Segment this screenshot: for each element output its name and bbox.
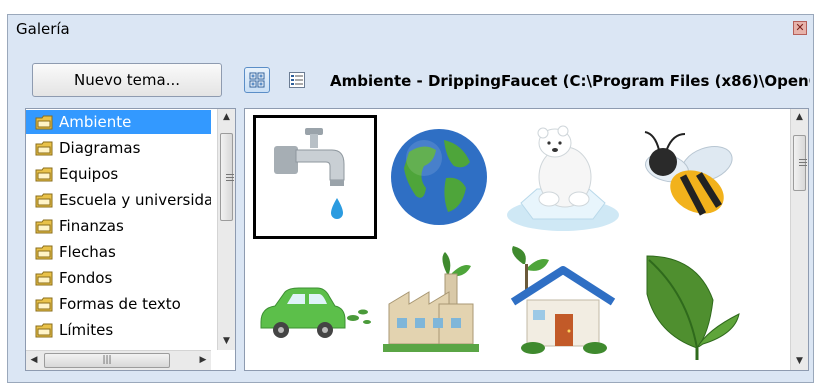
bee-icon [644, 131, 733, 216]
close-icon: ✕ [795, 21, 805, 34]
gallery-window: Galería ✕ Nuevo tema... Ambiente - Dripp… [7, 14, 814, 383]
theme-item-fondos[interactable]: Fondos [26, 266, 211, 290]
folder-icon [35, 245, 53, 259]
detail-view-icon [289, 72, 305, 88]
folder-icon [35, 141, 53, 155]
theme-item-label: Equipos [59, 165, 119, 183]
horizontal-scrollbar-thumb[interactable]: ||| [44, 353, 170, 368]
theme-item-label: Límites [59, 321, 114, 339]
gallery-vertical-scrollbar[interactable]: ▲ ▼ [790, 109, 808, 370]
gallery-icon-grid[interactable]: ▲ ▼ [244, 108, 809, 371]
title-bar: Galería ✕ [8, 15, 813, 43]
gallery-scroll-up-arrow-icon[interactable]: ▲ [791, 109, 808, 126]
gallery-item-leaf[interactable] [625, 241, 749, 365]
green-house-icon [510, 246, 616, 354]
folder-icon [35, 323, 53, 337]
gallery-item-factory[interactable] [377, 241, 501, 365]
theme-item-finanzas[interactable]: Finanzas [26, 214, 211, 238]
gallery-item-bee[interactable] [625, 115, 749, 239]
theme-item-ambiente[interactable]: Ambiente [26, 110, 211, 134]
scroll-right-arrow-icon[interactable]: ▶ [195, 352, 211, 369]
theme-item-diagramas[interactable]: Diagramas [26, 136, 211, 160]
polar-bear-icon [507, 125, 619, 231]
theme-item-formas-de-texto[interactable]: Formas de texto [26, 292, 211, 316]
theme-item-flechas[interactable]: Flechas [26, 240, 211, 264]
folder-icon [35, 167, 53, 181]
gallery-item-car[interactable] [253, 241, 377, 365]
folder-icon [35, 193, 53, 207]
new-theme-button[interactable]: Nuevo tema... [32, 63, 222, 97]
earth-globe-icon [391, 129, 487, 225]
selected-item-path: Ambiente - DrippingFaucet (C:\Program Fi… [330, 72, 810, 90]
gallery-item-faucet[interactable] [253, 115, 377, 239]
theme-list-vertical-scrollbar[interactable]: ▲ ▼ [217, 109, 235, 350]
theme-item-label: Formas de texto [59, 295, 181, 313]
gallery-scrollbar-thumb[interactable] [793, 135, 807, 191]
gallery-scroll-down-arrow-icon[interactable]: ▼ [791, 353, 808, 370]
theme-list-horizontal-scrollbar[interactable]: ◀ ||| ▶ [26, 350, 211, 370]
scrollbar-thumb[interactable] [220, 133, 234, 221]
eco-car-icon [260, 287, 371, 338]
dripping-faucet-icon [274, 128, 345, 219]
green-factory-icon [383, 252, 479, 352]
folder-icon [35, 219, 53, 233]
scroll-left-arrow-icon[interactable]: ◀ [26, 352, 42, 369]
theme-item-label: Fondos [59, 269, 113, 287]
window-title: Galería [16, 20, 70, 38]
gallery-item-globe[interactable] [377, 115, 501, 239]
icon-view-icon [249, 72, 265, 88]
theme-item-equipos[interactable]: Equipos [26, 162, 211, 186]
detail-view-button[interactable] [284, 67, 310, 93]
theme-item-label: Diagramas [59, 139, 141, 157]
close-button[interactable]: ✕ [793, 21, 807, 35]
theme-list-items: Ambiente Diagramas Equipos Escuela y uni… [26, 109, 211, 345]
theme-list[interactable]: Ambiente Diagramas Equipos Escuela y uni… [25, 108, 236, 371]
leaf-icon [646, 255, 740, 360]
gallery-item-polar-bear[interactable] [501, 115, 625, 239]
theme-item-label: Ambiente [59, 113, 132, 131]
icon-view-button[interactable] [244, 67, 270, 93]
theme-item-label: Flechas [59, 243, 116, 261]
folder-icon [35, 271, 53, 285]
theme-item-escuela[interactable]: Escuela y universidad [26, 188, 211, 212]
theme-item-label: Escuela y universidad [59, 191, 211, 209]
theme-item-label: Finanzas [59, 217, 124, 235]
scroll-down-arrow-icon[interactable]: ▼ [218, 333, 235, 350]
folder-icon [35, 115, 53, 129]
theme-item-limites[interactable]: Límites [26, 318, 211, 342]
scroll-up-arrow-icon[interactable]: ▲ [218, 109, 235, 126]
gallery-item-house[interactable] [501, 241, 625, 365]
folder-icon [35, 297, 53, 311]
